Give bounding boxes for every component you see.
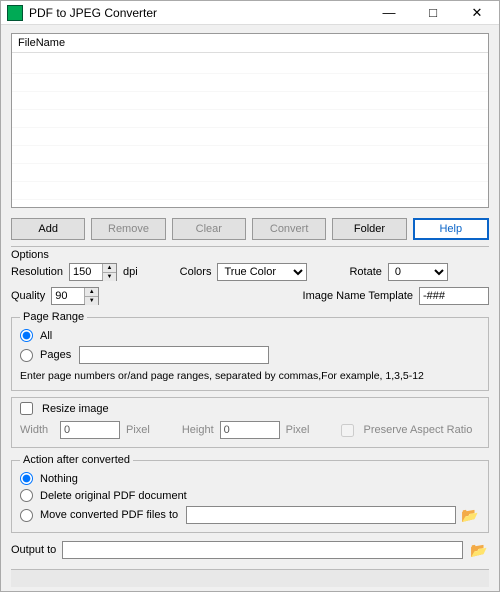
help-button[interactable]: Help: [413, 218, 489, 240]
resize-height-label: Height: [182, 424, 214, 436]
add-button[interactable]: Add: [11, 218, 85, 240]
clear-button[interactable]: Clear: [172, 218, 246, 240]
preserve-aspect-checkbox: [341, 424, 354, 437]
output-input[interactable]: [62, 541, 463, 559]
page-range-pages-label: Pages: [40, 349, 71, 361]
resize-width-input: [60, 421, 120, 439]
client-area: FileName Add Remove Clear Convert Folder…: [1, 25, 499, 591]
folder-open-icon[interactable]: 📂: [469, 541, 489, 559]
page-range-all-radio[interactable]: [20, 329, 33, 342]
folder-button[interactable]: Folder: [332, 218, 406, 240]
template-input[interactable]: [419, 287, 489, 305]
resize-label: Resize image: [42, 403, 109, 415]
window-title: PDF to JPEG Converter: [29, 6, 367, 20]
page-range-pages-input[interactable]: [79, 346, 269, 364]
page-range-hint: Enter page numbers or/and page ranges, s…: [20, 370, 480, 382]
toolbar: Add Remove Clear Convert Folder Help: [11, 218, 489, 240]
resize-height-unit: Pixel: [286, 424, 310, 436]
window-controls: — □ ✕: [367, 1, 499, 24]
page-range-legend: Page Range: [20, 311, 87, 323]
quality-label: Quality: [11, 290, 45, 302]
action-move-radio[interactable]: [20, 509, 33, 522]
quality-field[interactable]: [52, 288, 84, 304]
close-button[interactable]: ✕: [455, 1, 499, 24]
quality-spinner[interactable]: ▲▼: [84, 288, 98, 304]
resize-checkbox[interactable]: [20, 402, 33, 415]
action-move-label: Move converted PDF files to: [40, 509, 178, 521]
app-icon: [7, 5, 23, 21]
rotate-select[interactable]: 0: [388, 263, 448, 281]
page-range-all-label: All: [40, 330, 52, 342]
folder-open-icon[interactable]: 📂: [460, 506, 480, 524]
template-label: Image Name Template: [303, 290, 413, 302]
resolution-field[interactable]: [70, 264, 102, 280]
options-title: Options: [11, 249, 489, 261]
statusbar: [11, 569, 489, 587]
action-nothing-label: Nothing: [40, 473, 78, 485]
preserve-aspect-label: Preserve Aspect Ratio: [363, 424, 472, 436]
output-row: Output to 📂: [11, 541, 489, 559]
colors-select[interactable]: True Color: [217, 263, 307, 281]
resize-group: Resize image Width Pixel Height Pixel Pr…: [11, 397, 489, 448]
options-group: Options Resolution ▲▼ dpi Colors True Co…: [11, 246, 489, 305]
resize-width-label: Width: [20, 424, 54, 436]
remove-button[interactable]: Remove: [91, 218, 165, 240]
page-range-group: Page Range All Pages Enter page numbers …: [11, 311, 489, 391]
action-group: Action after converted Nothing Delete or…: [11, 454, 489, 533]
page-range-pages-radio[interactable]: [20, 349, 33, 362]
app-window: PDF to JPEG Converter — □ ✕ FileName Add…: [0, 0, 500, 592]
action-nothing-radio[interactable]: [20, 472, 33, 485]
action-delete-radio[interactable]: [20, 489, 33, 502]
resize-width-unit: Pixel: [126, 424, 150, 436]
file-list-header: FileName: [12, 34, 488, 53]
file-list[interactable]: FileName: [11, 33, 489, 208]
resolution-spinner[interactable]: ▲▼: [102, 264, 116, 280]
resolution-input[interactable]: ▲▼: [69, 263, 117, 281]
output-label: Output to: [11, 544, 56, 556]
maximize-button[interactable]: □: [411, 1, 455, 24]
resolution-label: Resolution: [11, 266, 63, 278]
quality-input[interactable]: ▲▼: [51, 287, 99, 305]
resize-height-input: [220, 421, 280, 439]
titlebar: PDF to JPEG Converter — □ ✕: [1, 1, 499, 25]
rotate-label: Rotate: [349, 266, 381, 278]
action-delete-label: Delete original PDF document: [40, 490, 187, 502]
file-list-rows: [12, 56, 488, 207]
action-legend: Action after converted: [20, 454, 133, 466]
dpi-label: dpi: [123, 266, 138, 278]
action-move-input[interactable]: [186, 506, 456, 524]
convert-button[interactable]: Convert: [252, 218, 326, 240]
minimize-button[interactable]: —: [367, 1, 411, 24]
colors-label: Colors: [180, 266, 212, 278]
